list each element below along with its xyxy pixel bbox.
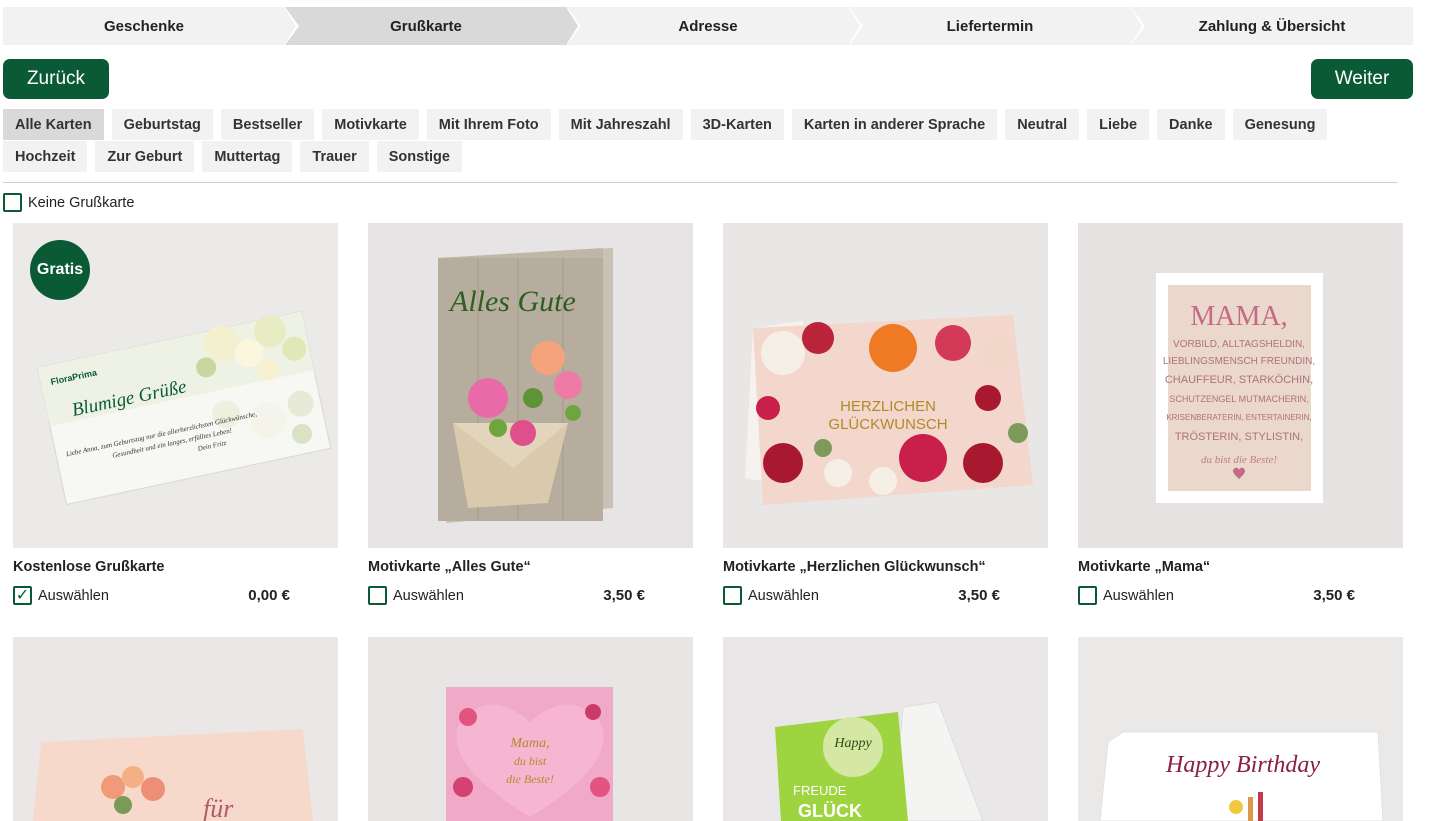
card-line1: Happy [833, 736, 872, 751]
filter-3d-karten[interactable]: 3D-Karten [690, 109, 784, 140]
card-line1: HERZLICHEN [840, 398, 936, 415]
checkout-steps: Geschenke Grußkarte Adresse Liefertermin… [3, 7, 1413, 45]
card-line: LIEBLINGSMENSCH FREUNDIN, [1163, 356, 1315, 367]
card-line2: FREUDE [793, 783, 847, 798]
divider [3, 182, 1398, 183]
filter-muttertag[interactable]: Muttertag [202, 141, 293, 172]
card-line: VORBILD, ALLTAGSHELDIN, [1173, 339, 1305, 350]
select-checkbox[interactable] [723, 586, 742, 605]
product-title[interactable]: Kostenlose Grußkarte [13, 559, 338, 575]
filter-sonstige[interactable]: Sonstige [376, 141, 462, 172]
card-line1: Mama, [509, 736, 549, 751]
select-checkbox-checked[interactable]: ✓ [13, 586, 32, 605]
select-option[interactable]: Auswählen [368, 586, 464, 605]
step-geschenke[interactable]: Geschenke [3, 7, 299, 45]
filter-geburtstag[interactable]: Geburtstag [111, 109, 213, 140]
select-checkbox[interactable] [1078, 586, 1097, 605]
product-card: FloraPrima Blumige Grüße Liebe Anna, zum… [13, 223, 338, 605]
no-card-option[interactable]: Keine Grußkarte [3, 193, 134, 212]
gratis-badge: Gratis [30, 240, 90, 300]
card-line: KRISENBERATERIN, ENTERTAINERIN, [1166, 413, 1311, 422]
product-card: Happy FREUDE GLÜCK [723, 637, 1048, 821]
filter-danke[interactable]: Danke [1157, 109, 1225, 140]
product-price: 3,50 € [958, 587, 1000, 604]
category-filters: Alle Karten Geburtstag Bestseller Motivk… [3, 109, 1403, 173]
product-title[interactable]: Motivkarte „Mama“ [1078, 559, 1403, 575]
product-card: HERZLICHEN GLÜCKWUNSCH Motivkarte „Herzl… [723, 223, 1048, 605]
filter-liebe[interactable]: Liebe [1087, 109, 1150, 140]
card-line2: du bist [514, 754, 547, 768]
card-closing: du bist die Beste! [1201, 454, 1277, 466]
card-text: Happy Birthday [1165, 752, 1320, 778]
filter-bestseller[interactable]: Bestseller [220, 109, 315, 140]
filter-motivkarte[interactable]: Motivkarte [322, 109, 419, 140]
product-image[interactable]: HERZLICHEN GLÜCKWUNSCH [723, 223, 1048, 548]
card-heading-text: Alles Gute [448, 285, 576, 318]
card-text: für [203, 794, 234, 821]
select-option[interactable]: Auswählen [1078, 586, 1174, 605]
card-line: TRÖSTERIN, STYLISTIN, [1175, 431, 1303, 443]
filter-mit-ihrem-foto[interactable]: Mit Ihrem Foto [426, 109, 551, 140]
no-card-checkbox[interactable] [3, 193, 22, 212]
product-card: Mama, du bist die Beste! [368, 637, 693, 821]
card-line: SCHUTZENGEL MUTMACHERIN, [1169, 394, 1308, 404]
filter-trauer[interactable]: Trauer [300, 141, 369, 172]
product-title[interactable]: Motivkarte „Herzlichen Glückwunsch“ [723, 559, 1048, 575]
filter-neutral[interactable]: Neutral [1005, 109, 1080, 140]
card-line3: die Beste! [506, 772, 554, 786]
step-adresse[interactable]: Adresse [567, 7, 863, 45]
product-image[interactable]: Alles Gute [368, 223, 693, 548]
select-label: Auswählen [1103, 587, 1174, 604]
product-image[interactable]: für [13, 637, 338, 821]
step-zahlung[interactable]: Zahlung & Übersicht [1131, 7, 1413, 45]
next-button[interactable]: Weiter [1311, 59, 1413, 99]
filter-mit-jahreszahl[interactable]: Mit Jahreszahl [558, 109, 683, 140]
select-option[interactable]: ✓ Auswählen [13, 586, 109, 605]
select-label: Auswählen [393, 587, 464, 604]
product-card: Alles Gute Motivkarte „Alles Gute“ Auswä… [368, 223, 693, 605]
product-image[interactable]: FloraPrima Blumige Grüße Liebe Anna, zum… [13, 223, 338, 548]
back-button[interactable]: Zurück [3, 59, 109, 99]
product-card: MAMA, VORBILD, ALLTAGSHELDIN, LIEBLINGSM… [1078, 223, 1403, 605]
step-grusskarte[interactable]: Grußkarte [285, 7, 581, 45]
product-image[interactable]: Happy FREUDE GLÜCK [723, 637, 1048, 821]
filter-andere-sprache[interactable]: Karten in anderer Sprache [791, 109, 998, 140]
select-option[interactable]: Auswählen [723, 586, 819, 605]
filter-genesung[interactable]: Genesung [1232, 109, 1328, 140]
product-card: für [13, 637, 338, 821]
select-checkbox[interactable] [368, 586, 387, 605]
select-label: Auswählen [748, 587, 819, 604]
product-price: 3,50 € [603, 587, 645, 604]
filter-hochzeit[interactable]: Hochzeit [3, 141, 88, 172]
product-price: 0,00 € [248, 587, 290, 604]
product-image[interactable]: MAMA, VORBILD, ALLTAGSHELDIN, LIEBLINGSM… [1078, 223, 1403, 548]
filter-zur-geburt[interactable]: Zur Geburt [95, 141, 195, 172]
card-line3: GLÜCK [798, 801, 862, 821]
product-card: Happy Birthday [1078, 637, 1403, 821]
step-liefertermin[interactable]: Liefertermin [849, 7, 1145, 45]
select-label: Auswählen [38, 587, 109, 604]
product-title[interactable]: Motivkarte „Alles Gute“ [368, 559, 693, 575]
card-line: CHAUFFEUR, STARKÖCHIN, [1165, 374, 1313, 386]
product-price: 3,50 € [1313, 587, 1355, 604]
card-line2: GLÜCKWUNSCH [828, 415, 947, 433]
no-card-label: Keine Grußkarte [28, 194, 135, 211]
filter-alle-karten[interactable]: Alle Karten [3, 109, 104, 140]
product-image[interactable]: Mama, du bist die Beste! [368, 637, 693, 821]
card-heading-text: MAMA, [1190, 301, 1287, 332]
product-image[interactable]: Happy Birthday [1078, 637, 1403, 821]
